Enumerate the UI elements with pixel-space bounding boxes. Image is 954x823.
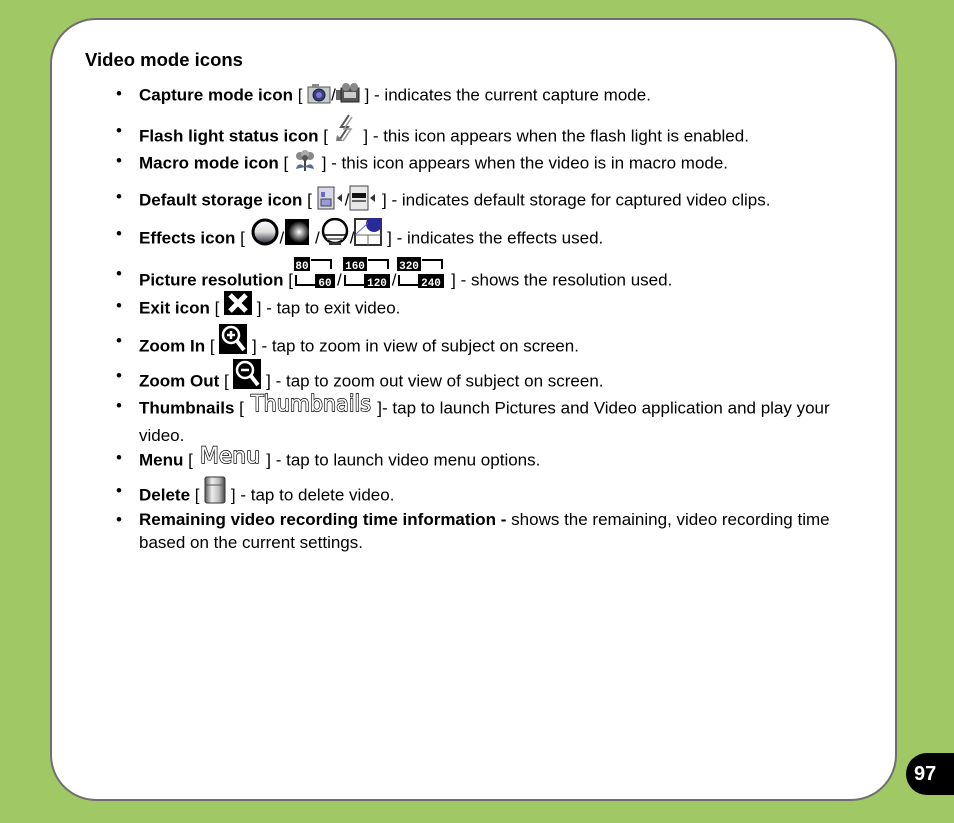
bullet: •: [116, 151, 122, 170]
effect-mono-icon: [284, 218, 310, 252]
flash-icon: [333, 113, 359, 149]
macro-flower-icon: [293, 149, 317, 179]
bullet: •: [116, 264, 122, 283]
list-item-macro-mode: • Macro mode icon [ ] - this icon appear…: [116, 149, 856, 179]
bullet: •: [116, 84, 122, 103]
list-item-thumbnails: • Thumbnails [ Thumbnails ]- tap to laun…: [116, 391, 830, 445]
list-item-default-storage: • Default storage icon [ / ] - indicates…: [116, 185, 856, 217]
svg-text:160: 160: [345, 261, 365, 273]
item-label: Thumbnails: [139, 398, 235, 418]
camera-icon: [307, 82, 331, 110]
list-item-zoom-in: • Zoom In [ ] - tap to zoom in view of s…: [116, 324, 856, 365]
svg-text:Menu: Menu: [200, 444, 260, 467]
bullet: •: [116, 296, 122, 315]
bullet: •: [116, 510, 122, 529]
item-label: Effects icon: [139, 228, 236, 248]
svg-text:320: 320: [400, 261, 420, 273]
close-x-icon: [224, 291, 253, 321]
bullet: •: [116, 366, 122, 385]
item-label: Zoom Out: [139, 371, 220, 391]
item-label: Default storage icon: [139, 190, 303, 210]
list-item-capture-mode: • Capture mode icon [ / ] - indicates th…: [116, 82, 856, 110]
bullet: •: [116, 481, 122, 500]
resolution-80x60-icon: 80 60: [293, 257, 337, 295]
item-label: Zoom In: [139, 336, 206, 356]
item-label: Menu: [139, 450, 184, 470]
bullet: •: [116, 331, 122, 350]
bullet: •: [116, 224, 122, 243]
video-camera-icon: [335, 82, 360, 110]
svg-text:80: 80: [295, 261, 308, 273]
resolution-160x120-icon: 160 120: [342, 257, 392, 295]
item-label: Picture resolution: [139, 270, 284, 290]
item-label: Flash light status icon: [139, 126, 319, 146]
list-item-effects: • Effects icon [ / / / ] - indicates the …: [116, 216, 856, 256]
item-label: Remaining video recording time informati…: [139, 510, 497, 529]
list-item-menu: • Menu [ Menu ] - tap to launch video me…: [116, 443, 856, 476]
zoom-out-icon: [233, 359, 262, 395]
item-label: Exit icon: [139, 298, 210, 318]
thumbnails-button-icon: Thumbnails: [249, 391, 373, 421]
zoom-in-icon: [219, 324, 248, 360]
resolution-320x240-icon: 320 240: [396, 257, 446, 295]
bullet: •: [116, 121, 122, 140]
bullet: •: [116, 396, 122, 415]
internal-memory-icon: [349, 185, 377, 217]
effect-normal-icon: [250, 218, 280, 252]
effect-sepia-icon: [354, 216, 383, 252]
menu-button-icon: Menu: [198, 443, 262, 473]
svg-text:Thumbnails: Thumbnails: [250, 392, 371, 415]
trash-can-icon: [204, 476, 226, 510]
svg-text:240: 240: [422, 278, 442, 289]
list-item-remaining-time: • Remaining video recording time informa…: [116, 510, 830, 552]
list-item-exit: • Exit icon [ ] - tap to exit video.: [116, 291, 856, 324]
section-heading: Video mode icons: [85, 49, 243, 70]
item-label: Macro mode icon: [139, 153, 279, 173]
item-label: Delete: [139, 485, 191, 505]
page-number-badge: 97: [906, 753, 954, 795]
svg-text:120: 120: [367, 278, 387, 289]
item-label: Capture mode icon: [139, 85, 293, 105]
bullet: •: [116, 448, 122, 467]
bullet: •: [116, 187, 122, 206]
effect-negative-icon: [320, 217, 350, 252]
svg-text:60: 60: [318, 278, 331, 289]
storage-card-icon: [317, 186, 345, 216]
